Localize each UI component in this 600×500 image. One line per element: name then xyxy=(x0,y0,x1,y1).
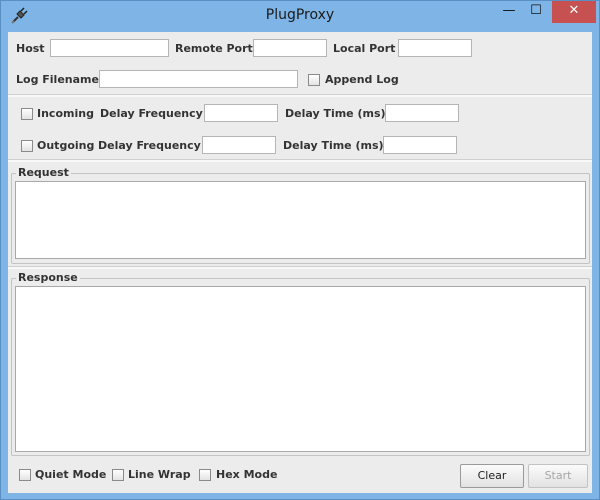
start-button[interactable]: Start xyxy=(528,464,588,488)
request-group: Request xyxy=(11,166,590,264)
minimize-button[interactable]: — xyxy=(495,1,523,23)
log-filename-input[interactable] xyxy=(99,70,298,88)
log-filename-label: Log Filename xyxy=(16,73,99,86)
response-textarea[interactable] xyxy=(15,286,586,452)
incoming-label: Incoming xyxy=(37,107,94,120)
host-label: Host xyxy=(16,42,45,55)
quiet-mode-checkbox[interactable] xyxy=(19,469,31,481)
incoming-delay-time-input[interactable] xyxy=(385,104,459,122)
local-port-label: Local Port xyxy=(333,42,396,55)
incoming-checkbox[interactable] xyxy=(21,108,33,120)
incoming-delay-frequency-label: Delay Frequency xyxy=(100,107,203,120)
close-button[interactable]: ✕ xyxy=(552,1,596,23)
request-label: Request xyxy=(16,166,71,179)
separator xyxy=(8,159,592,162)
hex-mode-checkbox[interactable] xyxy=(199,469,211,481)
separator xyxy=(8,266,592,269)
line-wrap-label: Line Wrap xyxy=(128,468,191,481)
maximize-button[interactable]: ☐ xyxy=(523,1,549,23)
remote-port-input[interactable] xyxy=(253,39,327,57)
plugproxy-window: PlugProxy — ☐ ✕ Host Remote Port Local P… xyxy=(0,0,600,500)
line-wrap-checkbox[interactable] xyxy=(112,469,124,481)
append-log-label: Append Log xyxy=(325,73,399,86)
request-textarea[interactable] xyxy=(15,181,586,259)
local-port-input[interactable] xyxy=(398,39,472,57)
title-bar[interactable]: PlugProxy — ☐ ✕ xyxy=(1,1,599,32)
hex-mode-label: Hex Mode xyxy=(216,468,278,481)
outgoing-delay-frequency-input[interactable] xyxy=(202,136,276,154)
append-log-checkbox[interactable] xyxy=(308,74,320,86)
separator xyxy=(8,94,592,97)
outgoing-delay-time-label: Delay Time (ms) xyxy=(283,139,384,152)
outgoing-checkbox[interactable] xyxy=(21,140,33,152)
response-group: Response xyxy=(11,271,590,456)
host-input[interactable] xyxy=(50,39,169,57)
outgoing-delay-frequency-label: Delay Frequency xyxy=(98,139,201,152)
response-label: Response xyxy=(16,271,80,284)
clear-button[interactable]: Clear xyxy=(460,464,524,488)
client-area: Host Remote Port Local Port Log Filename… xyxy=(8,32,592,493)
outgoing-delay-time-input[interactable] xyxy=(383,136,457,154)
incoming-delay-frequency-input[interactable] xyxy=(204,104,278,122)
outgoing-label: Outgoing xyxy=(37,139,95,152)
quiet-mode-label: Quiet Mode xyxy=(35,468,107,481)
incoming-delay-time-label: Delay Time (ms) xyxy=(285,107,386,120)
remote-port-label: Remote Port xyxy=(175,42,253,55)
